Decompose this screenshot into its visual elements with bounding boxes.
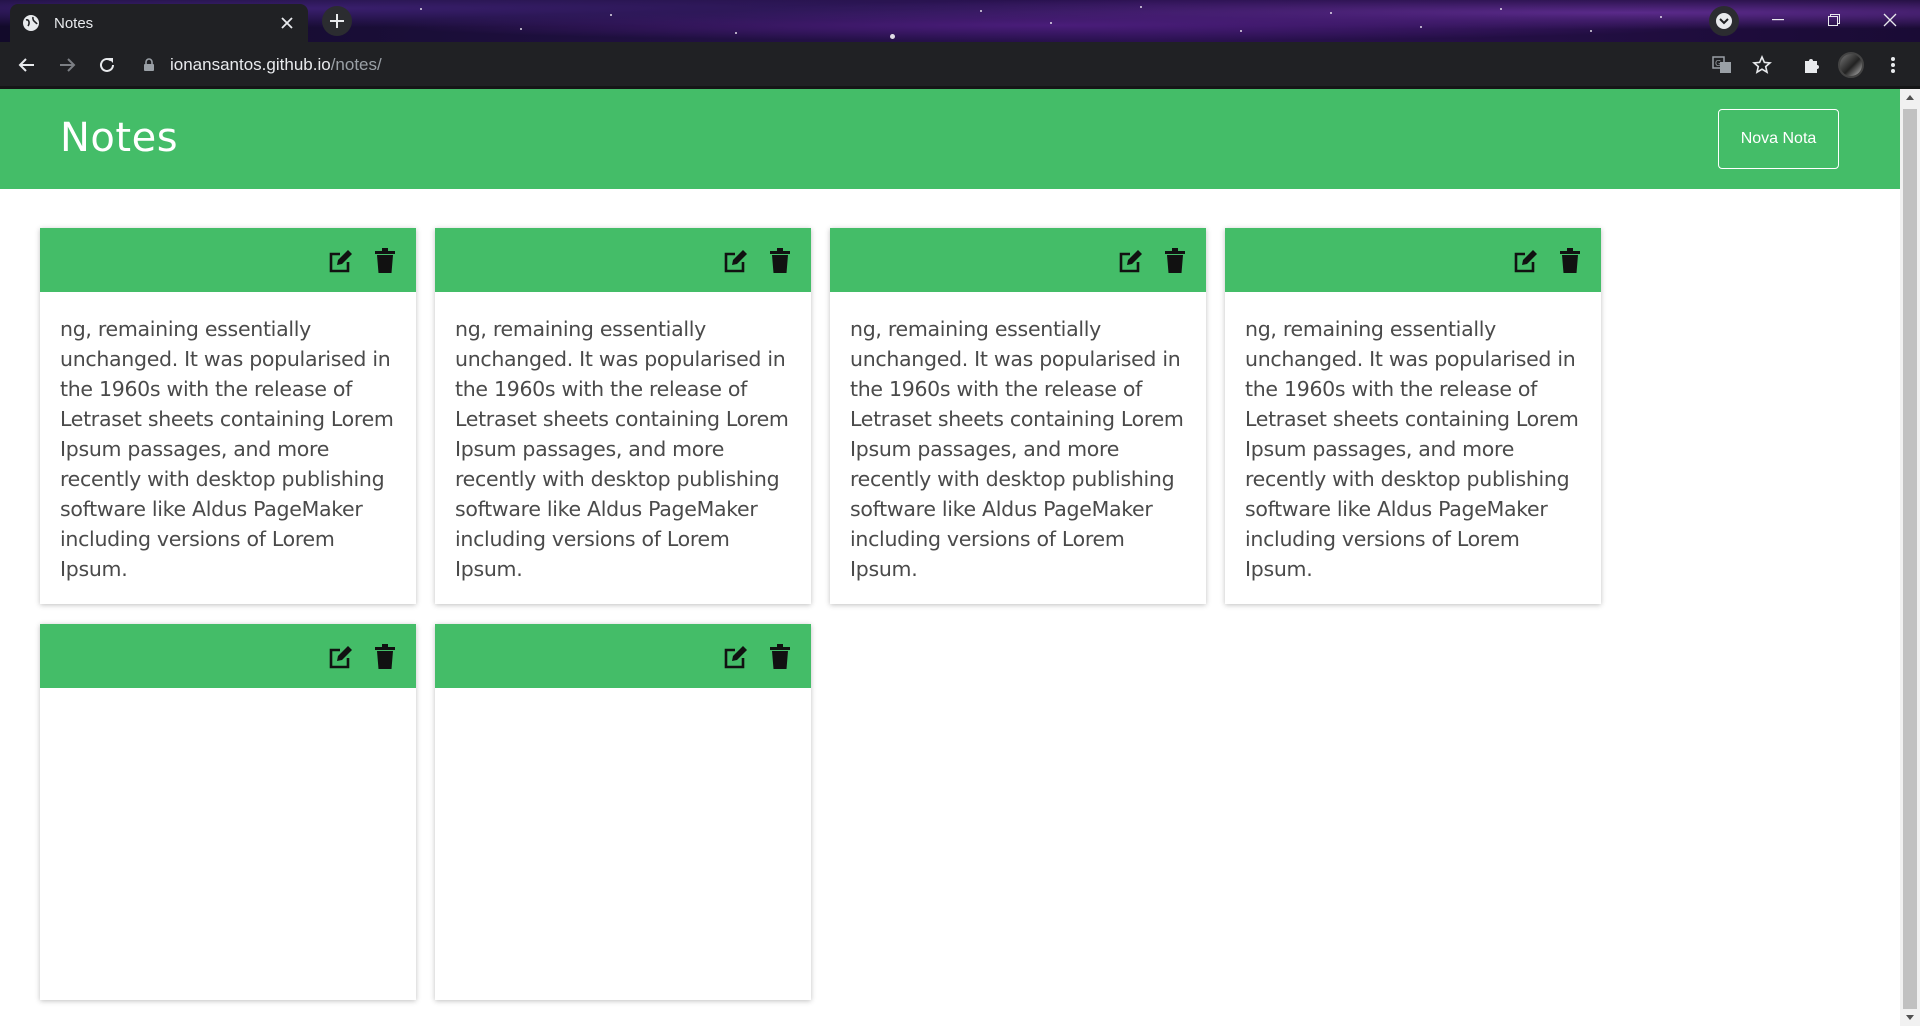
- new-tab-button[interactable]: [322, 6, 352, 36]
- scrollbar[interactable]: [1900, 89, 1920, 1026]
- avatar[interactable]: [1838, 52, 1864, 78]
- background-star: [980, 10, 982, 12]
- note-card: ng, remaining essentially unchanged. It …: [830, 228, 1206, 604]
- note-card: [435, 624, 811, 1000]
- edit-icon[interactable]: [328, 644, 354, 670]
- trash-icon[interactable]: [372, 644, 398, 670]
- background-star: [1500, 8, 1502, 10]
- background-star: [1660, 16, 1662, 18]
- browser-toolbar: ionansantos.github.io/notes/ G: [0, 42, 1920, 88]
- note-text: ng, remaining essentially unchanged. It …: [455, 317, 789, 581]
- back-button[interactable]: [12, 50, 42, 80]
- translate-button[interactable]: G: [1707, 50, 1737, 80]
- note-text: ng, remaining essentially unchanged. It …: [60, 317, 394, 581]
- arrow-right-icon: [60, 58, 76, 72]
- restore-button[interactable]: [1806, 0, 1862, 40]
- bookmark-button[interactable]: [1747, 50, 1777, 80]
- note-card: [40, 624, 416, 1000]
- star-icon: [1752, 55, 1772, 74]
- tab-search-button[interactable]: [1709, 6, 1739, 36]
- note-text: [435, 688, 811, 710]
- svg-text:G: G: [1715, 59, 1721, 68]
- note-header: [435, 228, 811, 292]
- trash-icon[interactable]: [1557, 248, 1583, 274]
- extensions-button[interactable]: [1797, 50, 1827, 80]
- edit-icon[interactable]: [1118, 248, 1144, 274]
- trash-icon[interactable]: [1162, 248, 1188, 274]
- reload-icon: [100, 57, 114, 72]
- forward-button[interactable]: [52, 50, 82, 80]
- note-actions: [723, 248, 793, 274]
- scroll-up-icon[interactable]: [1900, 89, 1920, 105]
- browser-titlebar: Notes: [0, 0, 1920, 42]
- browser-tab[interactable]: Notes: [10, 4, 308, 42]
- background-star: [735, 32, 737, 34]
- note-header: [435, 624, 811, 688]
- note-actions: [328, 644, 398, 670]
- lock-icon: [142, 58, 156, 72]
- note-card: ng, remaining essentially unchanged. It …: [435, 228, 811, 604]
- note-card: ng, remaining essentially unchanged. It …: [40, 228, 416, 604]
- tab-title: Notes: [54, 14, 94, 32]
- background-star: [1420, 26, 1422, 28]
- edit-icon[interactable]: [1513, 248, 1539, 274]
- trash-icon[interactable]: [767, 248, 793, 274]
- close-icon: [1883, 13, 1897, 27]
- background-star: [1330, 12, 1332, 14]
- page-title: Notes: [60, 115, 179, 161]
- edit-icon[interactable]: [328, 248, 354, 274]
- background-star: [520, 28, 522, 30]
- puzzle-icon: [1805, 59, 1819, 73]
- note-text: ng, remaining essentially unchanged. It …: [850, 317, 1184, 581]
- scroll-thumb[interactable]: [1903, 109, 1917, 1009]
- chevron-down-icon: [1716, 13, 1732, 29]
- background-star: [1140, 6, 1142, 8]
- plus-icon: [330, 14, 344, 28]
- background-star: [610, 14, 612, 16]
- url-path: /notes/: [330, 55, 382, 74]
- background-star: [1590, 30, 1592, 32]
- note-actions: [328, 248, 398, 274]
- note-card: ng, remaining essentially unchanged. It …: [1225, 228, 1601, 604]
- restore-icon: [1828, 14, 1840, 26]
- note-header: [40, 624, 416, 688]
- note-header: [40, 228, 416, 292]
- note-actions: [1513, 248, 1583, 274]
- menu-button[interactable]: [1878, 50, 1908, 80]
- page-content: Notes Nova Nota ng, remaining essentiall…: [0, 89, 1900, 1026]
- note-actions: [1118, 248, 1188, 274]
- note-header: [1225, 228, 1601, 292]
- address-bar[interactable]: ionansantos.github.io/notes/: [142, 47, 1782, 83]
- arrow-left-icon: [18, 58, 34, 72]
- note-text: [40, 688, 416, 710]
- background-star: [420, 8, 422, 10]
- edit-icon[interactable]: [723, 644, 749, 670]
- background-star: [1050, 22, 1052, 24]
- close-window-button[interactable]: [1862, 0, 1918, 40]
- reload-button[interactable]: [92, 50, 122, 80]
- note-actions: [723, 644, 793, 670]
- minimize-icon: [1772, 19, 1784, 21]
- app-header: Notes Nova Nota: [0, 89, 1900, 189]
- scroll-down-icon[interactable]: [1900, 1010, 1920, 1026]
- more-vert-icon: [1891, 57, 1895, 73]
- trash-icon[interactable]: [372, 248, 398, 274]
- background-star: [890, 34, 895, 39]
- globe-icon: [22, 14, 40, 32]
- note-text: ng, remaining essentially unchanged. It …: [1245, 317, 1579, 581]
- close-tab-icon[interactable]: [278, 14, 296, 32]
- trash-icon[interactable]: [767, 644, 793, 670]
- minimize-button[interactable]: [1750, 0, 1806, 40]
- translate-icon: G: [1712, 56, 1731, 73]
- url-host: ionansantos.github.io: [170, 55, 331, 74]
- new-note-button[interactable]: Nova Nota: [1718, 109, 1839, 169]
- edit-icon[interactable]: [723, 248, 749, 274]
- note-header: [830, 228, 1206, 292]
- background-star: [1240, 30, 1242, 32]
